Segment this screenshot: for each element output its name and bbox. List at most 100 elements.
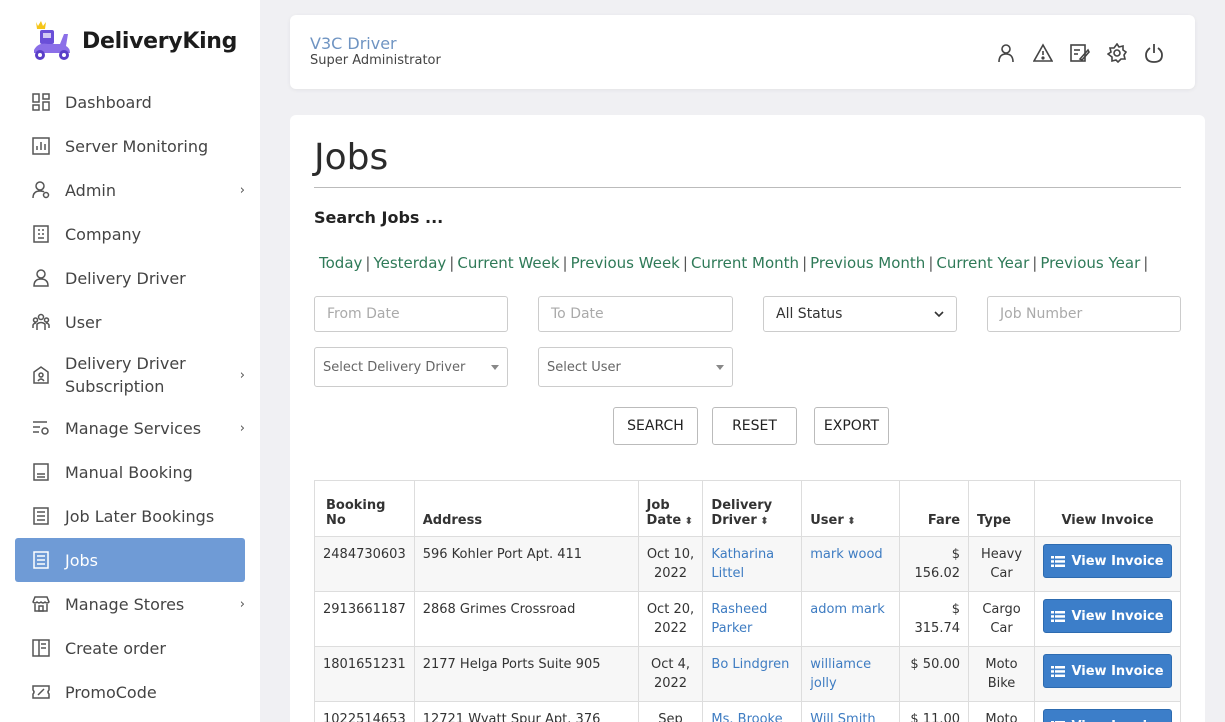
separator: | bbox=[562, 254, 568, 272]
view-invoice-button[interactable]: View Invoice bbox=[1043, 544, 1172, 578]
sidebar-item-promocode[interactable]: PromoCode bbox=[15, 670, 245, 714]
store-icon bbox=[31, 594, 51, 614]
page-title: Jobs bbox=[314, 137, 389, 178]
sidebar-item-manage-stores[interactable]: Manage Stores › bbox=[15, 582, 245, 626]
list-icon bbox=[1051, 665, 1066, 677]
table-row: 2484730603 596 Kohler Port Apt. 411 Oct … bbox=[314, 536, 1181, 592]
col-job-date[interactable]: Job Date ⬍ bbox=[637, 480, 704, 537]
driver-select[interactable]: Select Delivery Driver bbox=[314, 347, 508, 387]
status-select-value: All Status bbox=[776, 306, 843, 322]
user-link-line2[interactable]: jolly bbox=[810, 676, 836, 691]
sidebar-item-manage-services[interactable]: Manage Services › bbox=[15, 406, 245, 450]
filter-previous-week[interactable]: Previous Week bbox=[571, 254, 680, 272]
sidebar-item-job-later-bookings[interactable]: Job Later Bookings bbox=[15, 494, 245, 538]
filter-previous-month[interactable]: Previous Month bbox=[810, 254, 925, 272]
separator: | bbox=[449, 254, 455, 272]
app-logo[interactable]: DeliveryKing bbox=[30, 20, 237, 62]
driver-link-line2[interactable]: Littel bbox=[711, 566, 744, 581]
driver-link[interactable]: Bo Lindgren bbox=[711, 657, 789, 672]
from-date-field[interactable]: From Date bbox=[314, 296, 508, 332]
view-invoice-label: View Invoice bbox=[1071, 663, 1164, 679]
user-link[interactable]: Will Smith bbox=[810, 712, 875, 722]
driver-cell: Ms. Brooke bbox=[702, 701, 803, 722]
user-name[interactable]: V3C Driver bbox=[310, 34, 397, 53]
user-link[interactable]: williamce bbox=[810, 657, 871, 672]
job-date: Oct 20, 2022 bbox=[637, 591, 704, 647]
driver-link[interactable]: Ms. Brooke bbox=[711, 712, 782, 722]
type-line2: Car bbox=[990, 621, 1013, 636]
sidebar-item-manual-booking[interactable]: Manual Booking bbox=[15, 450, 245, 494]
sidebar-item-server-monitoring[interactable]: Server Monitoring bbox=[15, 124, 245, 168]
col-fare[interactable]: Fare bbox=[899, 480, 970, 537]
user-select[interactable]: Select User bbox=[538, 347, 733, 387]
booking-no: 2484730603 bbox=[314, 536, 415, 592]
sidebar-item-label: Delivery Driver Subscription bbox=[65, 354, 186, 396]
sidebar-item-delivery-driver[interactable]: Delivery Driver bbox=[15, 256, 245, 300]
reset-button[interactable]: RESET bbox=[712, 407, 797, 445]
view-invoice-button[interactable]: View Invoice bbox=[1043, 654, 1172, 688]
driver-icon bbox=[31, 268, 51, 288]
driver-cell: Rasheed Parker bbox=[702, 591, 803, 647]
sidebar-item-jobs[interactable]: Jobs bbox=[15, 538, 245, 582]
job-date-line2: 2022 bbox=[653, 676, 688, 691]
type-line1: Cargo bbox=[982, 602, 1021, 617]
view-invoice-label: View Invoice bbox=[1071, 608, 1164, 624]
filter-current-week[interactable]: Current Week bbox=[457, 254, 559, 272]
document-icon bbox=[31, 550, 51, 570]
search-title: Search Jobs ... bbox=[314, 208, 444, 227]
sort-icon: ⬍ bbox=[681, 516, 694, 527]
job-date: Oct 10, 2022 bbox=[637, 536, 704, 592]
job-number-field[interactable]: Job Number bbox=[987, 296, 1181, 332]
search-button[interactable]: SEARCH bbox=[613, 407, 698, 445]
user-link[interactable]: adom mark bbox=[810, 602, 884, 617]
driver-link-line2[interactable]: Parker bbox=[711, 621, 752, 636]
settings-icon[interactable] bbox=[1105, 41, 1128, 64]
driver-link[interactable]: Katharina bbox=[711, 547, 774, 562]
col-type[interactable]: Type bbox=[968, 480, 1035, 537]
invoice-cell: View Invoice bbox=[1034, 646, 1181, 702]
sidebar-item-delivery-driver-subscription[interactable]: Delivery Driver Subscription › bbox=[15, 344, 245, 406]
job-date-line2: 2022 bbox=[653, 566, 688, 581]
view-invoice-button[interactable]: View Invoice bbox=[1043, 599, 1172, 633]
view-invoice-label: View Invoice bbox=[1071, 717, 1163, 722]
main-panel: Jobs Search Jobs ... Today | Yesterday | C… bbox=[290, 115, 1205, 722]
user-icon[interactable] bbox=[994, 41, 1017, 64]
chart-icon bbox=[31, 136, 51, 156]
col-booking-no[interactable]: Booking No bbox=[314, 480, 415, 537]
chevron-down-icon bbox=[934, 310, 944, 317]
col-address[interactable]: Address bbox=[413, 480, 639, 537]
user-cell: adom mark bbox=[801, 591, 901, 647]
sidebar-item-user[interactable]: User bbox=[15, 300, 245, 344]
export-button[interactable]: EXPORT bbox=[814, 407, 889, 445]
col-delivery-driver[interactable]: Delivery Driver ⬍ bbox=[702, 480, 803, 537]
filter-today[interactable]: Today bbox=[319, 254, 362, 272]
sidebar-item-company[interactable]: Company bbox=[15, 212, 245, 256]
driver-link[interactable]: Rasheed bbox=[711, 602, 767, 617]
status-select[interactable]: All Status bbox=[763, 296, 957, 332]
sidebar-item-label: Manage Services bbox=[65, 418, 202, 438]
filter-current-year[interactable]: Current Year bbox=[936, 254, 1029, 272]
filter-current-month[interactable]: Current Month bbox=[691, 254, 799, 272]
edit-icon[interactable] bbox=[1068, 41, 1091, 64]
job-date-line2: 2022 bbox=[653, 621, 688, 636]
sidebar-item-label: Job Later Bookings bbox=[65, 506, 215, 526]
sidebar-item-admin[interactable]: Admin › bbox=[15, 168, 245, 212]
booking-no: 1801651231 bbox=[314, 646, 415, 702]
sidebar-item-label: Manual Booking bbox=[65, 462, 193, 482]
user-link[interactable]: mark wood bbox=[810, 547, 882, 562]
user-cell: williamce jolly bbox=[801, 646, 901, 702]
sidebar-item-dashboard[interactable]: Dashboard bbox=[15, 80, 245, 124]
alert-icon[interactable] bbox=[1031, 41, 1054, 64]
filter-yesterday[interactable]: Yesterday bbox=[373, 254, 446, 272]
document-icon bbox=[31, 506, 51, 526]
filter-previous-year[interactable]: Previous Year bbox=[1040, 254, 1140, 272]
col-user[interactable]: User ⬍ bbox=[801, 480, 901, 537]
job-date: Oct 4, 2022 bbox=[637, 646, 704, 702]
power-icon[interactable] bbox=[1142, 41, 1165, 64]
jobs-table: Booking No Address Job Date ⬍ Delivery D… bbox=[314, 480, 1181, 722]
invoice-cell: View Invoice bbox=[1034, 701, 1181, 722]
view-invoice-button[interactable]: View Invoice bbox=[1043, 709, 1172, 722]
sidebar-item-create-order[interactable]: Create order bbox=[15, 626, 245, 670]
fare: $ 11.00 bbox=[899, 701, 970, 722]
to-date-field[interactable]: To Date bbox=[538, 296, 733, 332]
